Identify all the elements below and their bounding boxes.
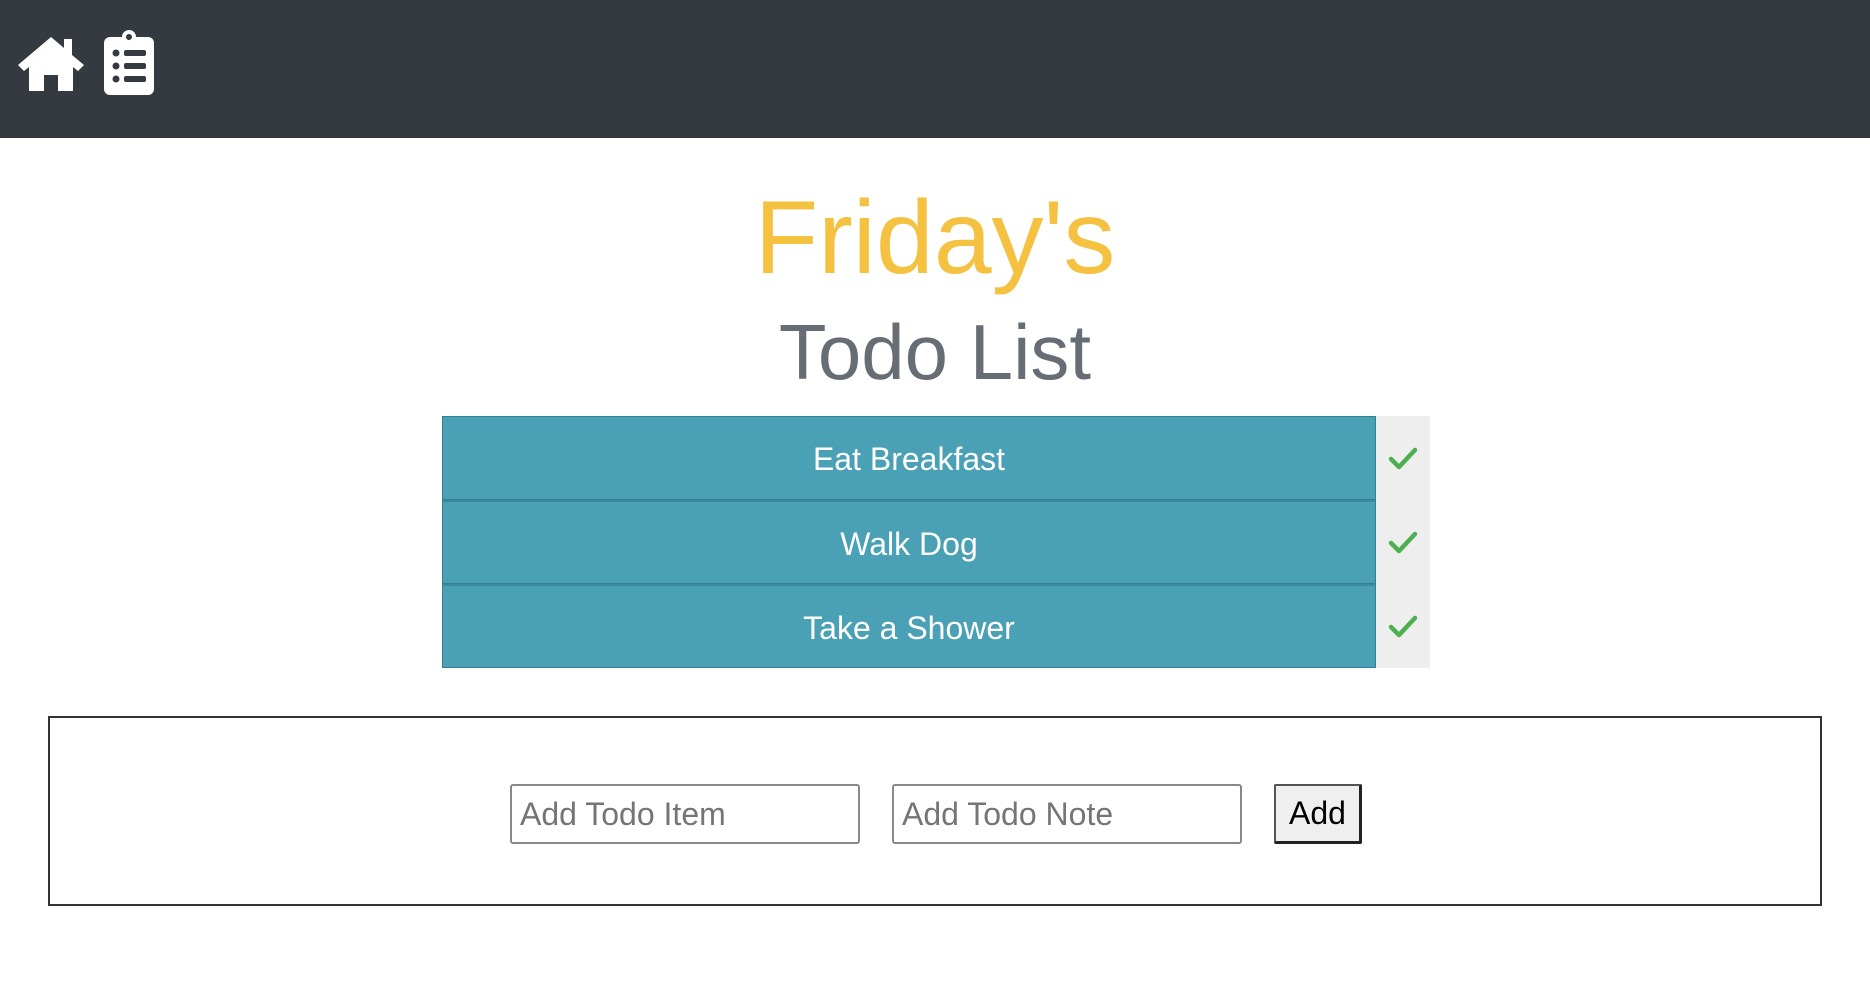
clipboard-list-icon[interactable] bbox=[104, 29, 154, 95]
check-icon[interactable] bbox=[1376, 500, 1430, 584]
home-icon[interactable] bbox=[15, 33, 87, 93]
todo-item[interactable]: Walk Dog bbox=[442, 500, 1376, 584]
top-navbar bbox=[0, 0, 1870, 138]
page-title: Todo List bbox=[778, 308, 1092, 396]
todo-item[interactable]: Take a Shower bbox=[442, 584, 1376, 668]
todo-item[interactable]: Eat Breakfast bbox=[442, 416, 1376, 500]
add-todo-form: Add bbox=[48, 716, 1822, 906]
check-icon[interactable] bbox=[1376, 584, 1430, 668]
add-button[interactable]: Add bbox=[1274, 784, 1362, 844]
todo-row: Walk Dog bbox=[442, 500, 1430, 584]
todo-row: Take a Shower bbox=[442, 584, 1430, 668]
todo-note-input[interactable] bbox=[892, 784, 1242, 844]
check-icon[interactable] bbox=[1376, 416, 1430, 500]
todo-row: Eat Breakfast bbox=[442, 416, 1430, 500]
todo-list: Eat Breakfast Walk Dog Take a Shower bbox=[442, 416, 1430, 668]
day-heading: Friday's bbox=[754, 180, 1116, 296]
todo-item-input[interactable] bbox=[510, 784, 860, 844]
